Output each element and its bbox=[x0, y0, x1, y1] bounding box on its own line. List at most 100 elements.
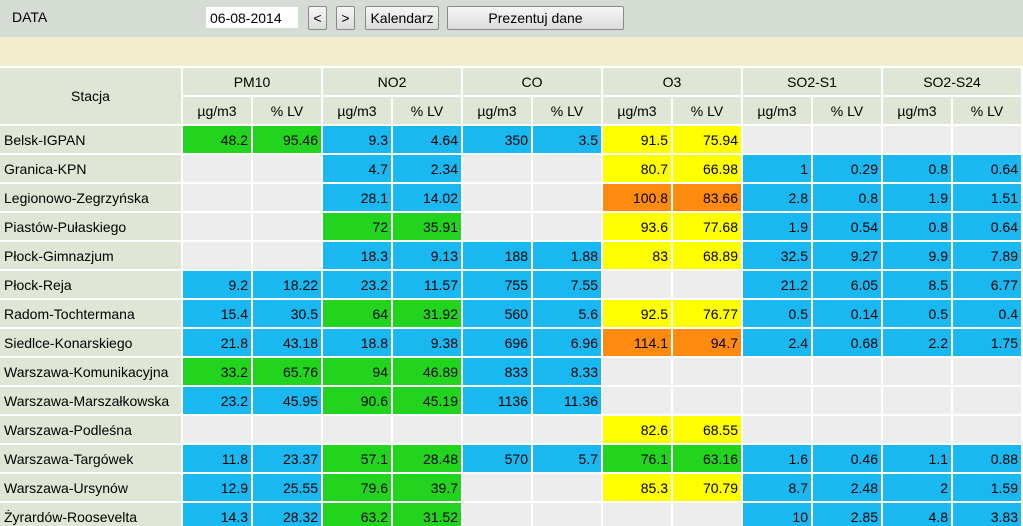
value-cell: 0.54 bbox=[813, 213, 881, 240]
station-name: Płock-Reja bbox=[0, 271, 181, 298]
value-cell: 560 bbox=[463, 300, 531, 327]
value-cell bbox=[253, 213, 321, 240]
value-cell: 2.4 bbox=[743, 329, 811, 356]
value-cell bbox=[813, 416, 881, 443]
value-cell bbox=[253, 416, 321, 443]
group-header-so2-s1: SO2-S1 bbox=[743, 68, 881, 95]
unit-header: µg/m3 bbox=[743, 97, 811, 124]
value-cell bbox=[883, 126, 951, 153]
value-cell bbox=[183, 416, 251, 443]
value-cell: 48.2 bbox=[183, 126, 251, 153]
value-cell: 696 bbox=[463, 329, 531, 356]
value-cell: 2.34 bbox=[393, 155, 461, 182]
table-row: Warszawa-Marszałkowska 23.2 45.95 90.6 45.19… bbox=[0, 387, 1021, 414]
value-cell bbox=[743, 416, 811, 443]
value-cell: 755 bbox=[463, 271, 531, 298]
present-data-button[interactable]: Prezentuj dane bbox=[447, 6, 624, 30]
previous-day-button[interactable]: < bbox=[308, 6, 327, 30]
value-cell bbox=[533, 213, 601, 240]
table-row: Płock-Reja 9.2 18.22 23.2 11.57 755 7.55 21.2 6.… bbox=[0, 271, 1021, 298]
value-cell: 33.2 bbox=[183, 358, 251, 385]
station-name: Piastów-Pułaskiego bbox=[0, 213, 181, 240]
unit-header: % LV bbox=[533, 97, 601, 124]
value-cell bbox=[813, 387, 881, 414]
station-name: Warszawa-Marszałkowska bbox=[0, 387, 181, 414]
value-cell: 0.14 bbox=[813, 300, 881, 327]
value-cell bbox=[533, 155, 601, 182]
value-cell bbox=[393, 416, 461, 443]
value-cell: 5.6 bbox=[533, 300, 601, 327]
value-cell: 350 bbox=[463, 126, 531, 153]
unit-header: µg/m3 bbox=[463, 97, 531, 124]
value-cell bbox=[183, 242, 251, 269]
calendar-button[interactable]: Kalendarz bbox=[365, 6, 439, 30]
value-cell: 23.2 bbox=[323, 271, 391, 298]
value-cell: 39.7 bbox=[393, 474, 461, 501]
value-cell: 76.77 bbox=[673, 300, 741, 327]
value-cell: 1136 bbox=[463, 387, 531, 414]
station-name: Warszawa-Targówek bbox=[0, 445, 181, 472]
value-cell: 1.51 bbox=[953, 184, 1021, 211]
station-name: Płock-Gimnazjum bbox=[0, 242, 181, 269]
value-cell: 9.2 bbox=[183, 271, 251, 298]
value-cell: 1.9 bbox=[743, 213, 811, 240]
value-cell: 0.4 bbox=[953, 300, 1021, 327]
value-cell: 43.18 bbox=[253, 329, 321, 356]
value-cell: 0.46 bbox=[813, 445, 881, 472]
value-cell: 94 bbox=[323, 358, 391, 385]
date-input[interactable] bbox=[206, 7, 298, 28]
value-cell: 1.1 bbox=[883, 445, 951, 472]
value-cell: 4.8 bbox=[883, 503, 951, 526]
value-cell: 11.57 bbox=[393, 271, 461, 298]
station-column-header: Stacja bbox=[0, 68, 181, 124]
value-cell bbox=[953, 387, 1021, 414]
value-cell: 1.59 bbox=[953, 474, 1021, 501]
value-cell: 12.9 bbox=[183, 474, 251, 501]
station-name: Legionowo-Zegrzyńska bbox=[0, 184, 181, 211]
unit-header: µg/m3 bbox=[883, 97, 951, 124]
value-cell: 90.6 bbox=[323, 387, 391, 414]
table-row: Siedlce-Konarskiego 21.8 43.18 18.8 9.38 696 6… bbox=[0, 329, 1021, 356]
value-cell: 72 bbox=[323, 213, 391, 240]
value-cell: 0.5 bbox=[743, 300, 811, 327]
value-cell: 91.5 bbox=[603, 126, 671, 153]
table-body: Belsk-IGPAN 48.2 95.46 9.3 4.64 350 3.5 91.5 75.… bbox=[0, 126, 1021, 526]
value-cell: 66.98 bbox=[673, 155, 741, 182]
value-cell bbox=[813, 126, 881, 153]
value-cell bbox=[253, 242, 321, 269]
value-cell bbox=[533, 416, 601, 443]
table-row: Warszawa-Podleśna 82.6 68.55 bbox=[0, 416, 1021, 443]
value-cell: 0.68 bbox=[813, 329, 881, 356]
station-name: Radom-Tochtermana bbox=[0, 300, 181, 327]
value-cell: 2.8 bbox=[743, 184, 811, 211]
value-cell: 57.1 bbox=[323, 445, 391, 472]
value-cell: 82.6 bbox=[603, 416, 671, 443]
value-cell bbox=[463, 155, 531, 182]
value-cell: 23.37 bbox=[253, 445, 321, 472]
value-cell: 92.5 bbox=[603, 300, 671, 327]
value-cell bbox=[673, 358, 741, 385]
value-cell: 2.85 bbox=[813, 503, 881, 526]
value-cell bbox=[673, 387, 741, 414]
value-cell: 23.2 bbox=[183, 387, 251, 414]
value-cell bbox=[183, 184, 251, 211]
value-cell: 79.6 bbox=[323, 474, 391, 501]
value-cell bbox=[883, 416, 951, 443]
value-cell: 0.8 bbox=[883, 213, 951, 240]
value-cell: 7.89 bbox=[953, 242, 1021, 269]
unit-header: % LV bbox=[393, 97, 461, 124]
value-cell: 63.2 bbox=[323, 503, 391, 526]
unit-header: µg/m3 bbox=[183, 97, 251, 124]
value-cell bbox=[603, 387, 671, 414]
table-row: Piastów-Pułaskiego 72 35.91 93.6 77.68 1.9 0.5… bbox=[0, 213, 1021, 240]
value-cell: 31.52 bbox=[393, 503, 461, 526]
value-cell bbox=[183, 213, 251, 240]
value-cell: 28.48 bbox=[393, 445, 461, 472]
value-cell: 75.94 bbox=[673, 126, 741, 153]
value-cell bbox=[673, 503, 741, 526]
value-cell: 9.38 bbox=[393, 329, 461, 356]
next-day-button[interactable]: > bbox=[336, 6, 355, 30]
value-cell: 1 bbox=[743, 155, 811, 182]
station-name: Warszawa-Podleśna bbox=[0, 416, 181, 443]
value-cell bbox=[603, 358, 671, 385]
